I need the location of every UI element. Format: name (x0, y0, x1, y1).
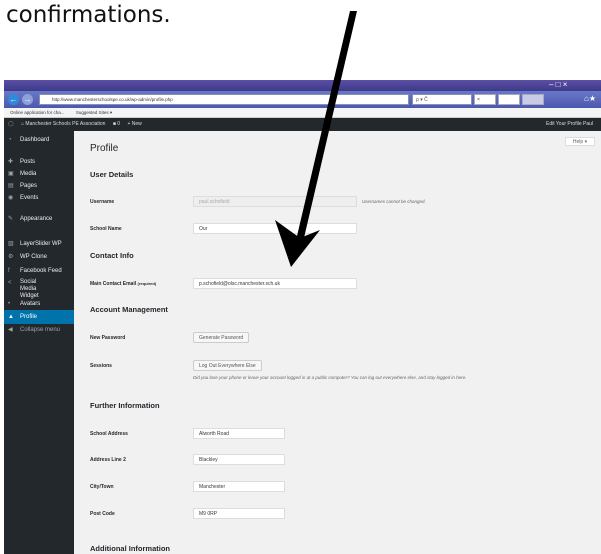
address-line2-field[interactable]: Blackley (193, 454, 285, 465)
window-controls[interactable]: – □ × (549, 80, 567, 89)
facebook-icon: f (8, 268, 10, 274)
sidebar-item-appearance[interactable]: ✎ Appearance (4, 212, 74, 226)
sidebar-item-collapse-menu[interactable]: ◀ Collapse menu (4, 323, 74, 337)
bullet-icon: • (8, 301, 11, 307)
sidebar-item-label: Pages (20, 183, 38, 189)
sidebar-item-label: Dashboard (20, 137, 50, 143)
tab-strip: × (474, 93, 574, 106)
collapse-icon: ◀ (8, 327, 13, 333)
admin-sidebar: ◔ Dashboard ✚ Posts ▣ Media ▤ Pages ◉ Events … (4, 131, 74, 554)
required-marker: (required) (137, 281, 157, 286)
sidebar-item-label: LayerSlider WP (20, 241, 62, 247)
bookmarks-bar: Online application for cha... Suggested … (4, 108, 601, 118)
sidebar-item-wp-clone[interactable]: ⚙ WP Clone (4, 250, 74, 264)
address-line2-label: Address Line 2 (90, 457, 126, 463)
generate-password-button[interactable]: Generate Password (193, 332, 250, 343)
plus-icon[interactable]: + (127, 121, 130, 127)
events-icon: ◉ (8, 195, 14, 201)
caption-text: confirmations. (6, 2, 171, 28)
back-icon[interactable]: ← (8, 94, 19, 105)
school-address-field[interactable]: Alworth Road (193, 428, 285, 439)
sidebar-item-label: Appearance (20, 216, 53, 222)
browser-tab-2[interactable] (498, 94, 520, 105)
username-note: Usernames cannot be changed. (362, 199, 426, 204)
help-tab-button[interactable]: Help ▾ (565, 137, 595, 146)
section-further-information: Further Information (90, 401, 160, 410)
school-name-label: School Name (90, 226, 122, 232)
user-profile-link[interactable]: Edit Your Profile Paul (546, 118, 593, 131)
sidebar-item-label: Facebook Feed (20, 268, 62, 274)
sidebar-item-facebook-feed[interactable]: f Facebook Feed (4, 264, 74, 278)
browser-navbar: ← → http://www.manchesterschoolspe.co.uk… (4, 91, 601, 108)
profile-content: Profile Help ▾ User Details Username pau… (74, 131, 601, 554)
sidebar-item-avatars[interactable]: • Avatars (4, 297, 74, 311)
tab-close-icon[interactable]: × (477, 97, 480, 103)
user-icon: ▲ (8, 314, 14, 320)
share-icon: < (8, 280, 12, 286)
school-name-field[interactable]: Our (193, 223, 357, 234)
address-bar[interactable]: http://www.manchesterschoolspe.co.uk/wp-… (39, 94, 409, 105)
email-label: Main Contact Email (required) (90, 281, 156, 287)
username-field: paul.schofield (193, 196, 357, 207)
admin-bar: ◯ ⌂ Manchester Schools PE Association ■ … (4, 118, 601, 131)
sidebar-item-label: Media (20, 171, 37, 177)
dashboard-icon: ◔ (8, 137, 12, 143)
page-title: Profile (90, 143, 119, 154)
brush-icon: ✎ (8, 216, 14, 222)
sidebar-item-label: Profile (20, 314, 38, 320)
sidebar-item-profile[interactable]: ▲ Profile (4, 310, 74, 324)
layers-icon: ▧ (8, 241, 14, 247)
sessions-label: Sessions (90, 363, 112, 369)
sidebar-item-label: Posts (20, 159, 36, 165)
post-code-field[interactable]: M9 0RP (193, 508, 285, 519)
comments-icon[interactable]: ■ (113, 121, 116, 127)
sidebar-item-label: Social Media Widget (20, 279, 39, 299)
sidebar-item-events[interactable]: ◉ Events (4, 191, 74, 205)
sidebar-item-social-media-widget[interactable]: < Social Media Widget (4, 279, 74, 299)
bookmark-item-2[interactable]: Suggested Sites ▾ (76, 110, 112, 115)
new-password-label: New Password (90, 335, 126, 341)
new-link[interactable]: New (132, 121, 142, 127)
section-additional-information: Additional Information (90, 544, 170, 553)
post-code-label: Post Code (90, 511, 115, 517)
browser-tab-3[interactable] (522, 94, 544, 105)
section-contact-info: Contact Info (90, 251, 134, 260)
section-account-management: Account Management (90, 305, 168, 314)
address-search-controls[interactable]: ρ ▾ Č (412, 94, 472, 105)
browser-tab[interactable]: × (474, 94, 496, 105)
email-field[interactable]: p.schofield@olsc.manchester.sch.uk (193, 278, 357, 289)
gear-icon: ⚙ (8, 254, 14, 260)
sidebar-item-label: Events (20, 195, 39, 201)
city-field[interactable]: Manchester (193, 481, 285, 492)
email-label-text: Main Contact Email (90, 281, 137, 287)
browser-screenshot: – □ × ← → http://www.manchesterschoolspe… (4, 80, 601, 554)
section-user-details: User Details (90, 170, 134, 179)
sidebar-item-label: Collapse menu (20, 327, 61, 333)
log-out-everywhere-button[interactable]: Log Out Everywhere Else (193, 360, 262, 371)
forward-icon[interactable]: → (22, 94, 33, 105)
sidebar-item-label: WP Clone (20, 254, 47, 260)
school-address-label: School Address (90, 431, 128, 437)
sidebar-item-dashboard[interactable]: ◔ Dashboard (4, 133, 74, 147)
window-titlebar: – □ × (4, 80, 601, 91)
site-name-link[interactable]: Manchester Schools PE Association (25, 121, 105, 127)
sidebar-item-label: Avatars (20, 301, 41, 307)
comments-count: 0 (117, 121, 121, 127)
username-label: Username (90, 199, 115, 205)
wordpress-logo-icon[interactable]: ◯ (8, 121, 14, 127)
sessions-note: Did you lose your phone or leave your ac… (193, 375, 467, 380)
bookmark-item-1[interactable]: Online application for cha... (10, 110, 65, 115)
city-label: City/Town (90, 484, 114, 490)
home-star-icons[interactable]: ⌂★ (584, 94, 596, 103)
sidebar-item-layerslider[interactable]: ▧ LayerSlider WP (4, 237, 74, 251)
home-icon: ⌂ (21, 121, 25, 127)
